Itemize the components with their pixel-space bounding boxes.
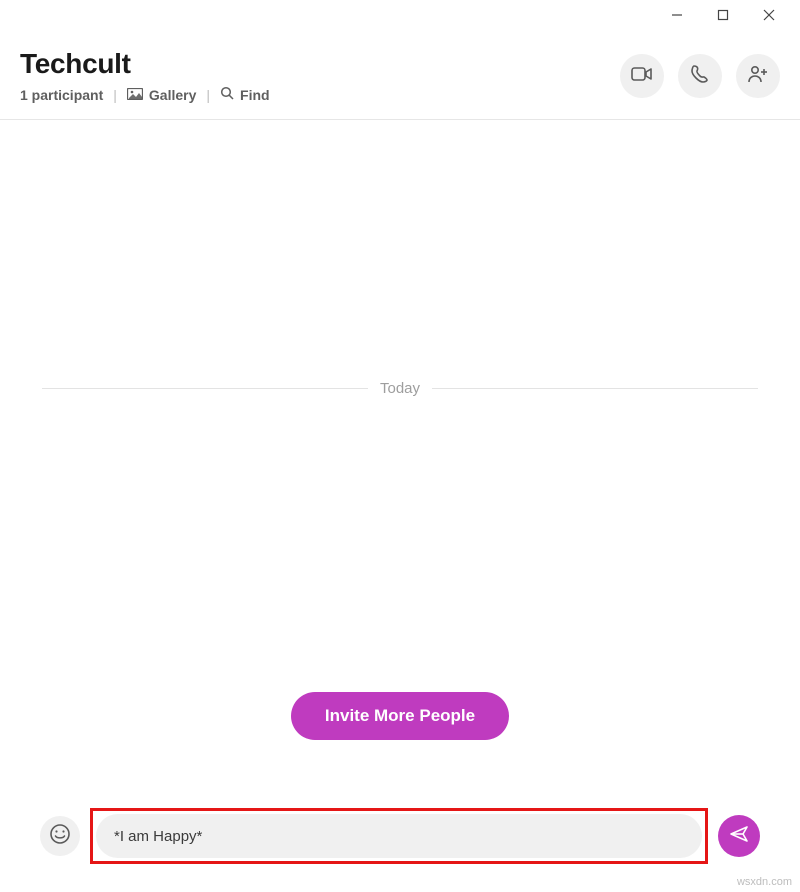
send-icon bbox=[729, 824, 749, 849]
gallery-label: Gallery bbox=[149, 87, 196, 103]
date-label: Today bbox=[380, 380, 420, 397]
participants-label: 1 participant bbox=[20, 87, 103, 103]
chat-header: Techcult 1 participant | Gallery | Find bbox=[0, 30, 800, 120]
send-button[interactable] bbox=[718, 815, 760, 857]
find-link[interactable]: Find bbox=[220, 86, 270, 103]
composer-highlight bbox=[90, 808, 708, 864]
header-info: Techcult 1 participant | Gallery | Find bbox=[20, 48, 270, 103]
message-input[interactable] bbox=[96, 814, 702, 858]
person-add-icon bbox=[747, 65, 769, 88]
window-titlebar bbox=[0, 0, 800, 30]
maximize-button[interactable] bbox=[700, 0, 746, 30]
divider-line bbox=[42, 388, 368, 389]
gallery-link[interactable]: Gallery bbox=[127, 87, 196, 103]
header-actions bbox=[620, 48, 780, 98]
video-icon bbox=[631, 66, 653, 87]
smiley-icon bbox=[49, 823, 71, 850]
search-icon bbox=[220, 86, 234, 103]
invite-label: Invite More People bbox=[325, 706, 475, 726]
invite-more-people-button[interactable]: Invite More People bbox=[291, 692, 509, 740]
message-composer bbox=[0, 808, 800, 892]
add-participant-button[interactable] bbox=[736, 54, 780, 98]
phone-icon bbox=[690, 64, 710, 89]
chat-subheader: 1 participant | Gallery | Find bbox=[20, 86, 270, 103]
date-divider: Today bbox=[42, 380, 758, 397]
audio-call-button[interactable] bbox=[678, 54, 722, 98]
separator: | bbox=[206, 87, 210, 103]
chat-body: Today Invite More People bbox=[0, 120, 800, 808]
watermark: wsxdn.com bbox=[737, 876, 792, 888]
minimize-button[interactable] bbox=[654, 0, 700, 30]
participants-link[interactable]: 1 participant bbox=[20, 87, 103, 103]
separator: | bbox=[113, 87, 117, 103]
divider-line bbox=[432, 388, 758, 389]
chat-title[interactable]: Techcult bbox=[20, 48, 270, 80]
emoji-button[interactable] bbox=[40, 816, 80, 856]
gallery-icon bbox=[127, 87, 143, 103]
video-call-button[interactable] bbox=[620, 54, 664, 98]
close-button[interactable] bbox=[746, 0, 792, 30]
find-label: Find bbox=[240, 87, 270, 103]
